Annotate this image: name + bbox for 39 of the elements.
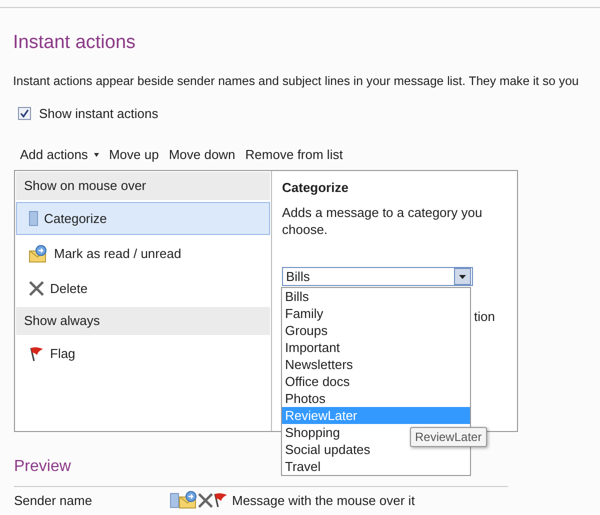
- category-icon: [29, 211, 38, 226]
- tooltip: ReviewLater: [410, 427, 487, 447]
- category-select[interactable]: Bills: [282, 267, 473, 286]
- dropdown-option[interactable]: Groups: [282, 322, 470, 339]
- dropdown-option[interactable]: Bills: [282, 288, 470, 305]
- action-item[interactable]: Mark as read / unread: [16, 237, 270, 270]
- action-item[interactable]: Categorize: [16, 202, 270, 235]
- caret-icon: [94, 152, 99, 156]
- dropdown-option[interactable]: Newsletters: [282, 356, 470, 373]
- envelope-icon: [179, 491, 198, 509]
- sender-name: Sender name: [14, 492, 94, 508]
- toolbar-button[interactable]: Move down: [168, 147, 236, 162]
- covered-text: tion: [474, 309, 495, 324]
- description-text: Instant actions appear beside sender names and subject lines in your message list. They make it so you: [13, 74, 580, 88]
- add-actions-menu[interactable]: Add actions: [20, 147, 99, 162]
- checkbox-label: Show instant actions: [39, 106, 158, 121]
- dropdown-option[interactable]: Photos: [282, 390, 470, 407]
- dropdown-option[interactable]: Office docs: [282, 373, 470, 390]
- action-item[interactable]: Delete: [16, 272, 270, 305]
- action-item[interactable]: Flag: [16, 337, 270, 370]
- category-icon: [170, 492, 179, 508]
- group-heading: Show on mouse over: [16, 172, 270, 200]
- dropdown-option[interactable]: Family: [282, 305, 470, 322]
- flag-icon: [213, 492, 228, 508]
- envelope-icon: [29, 244, 48, 262]
- toolbar-button[interactable]: Remove from list: [245, 147, 343, 162]
- delete-icon: [198, 492, 213, 508]
- dropdown-arrow-icon: [459, 274, 466, 278]
- page-title: Instant actions: [13, 32, 137, 54]
- details-title: Categorize: [282, 180, 350, 195]
- checkbox[interactable]: [18, 107, 31, 120]
- dropdown-option[interactable]: Travel: [282, 458, 470, 475]
- message-subject: Message with the mouse over it: [232, 492, 415, 508]
- group-heading: Show always: [16, 307, 270, 335]
- flag-icon: [29, 346, 44, 362]
- toolbar-button[interactable]: Move up: [108, 147, 159, 162]
- dropdown-option[interactable]: Important: [282, 339, 470, 356]
- details-description: Adds a message to a category you choose.: [282, 204, 484, 238]
- delete-icon: [29, 281, 44, 296]
